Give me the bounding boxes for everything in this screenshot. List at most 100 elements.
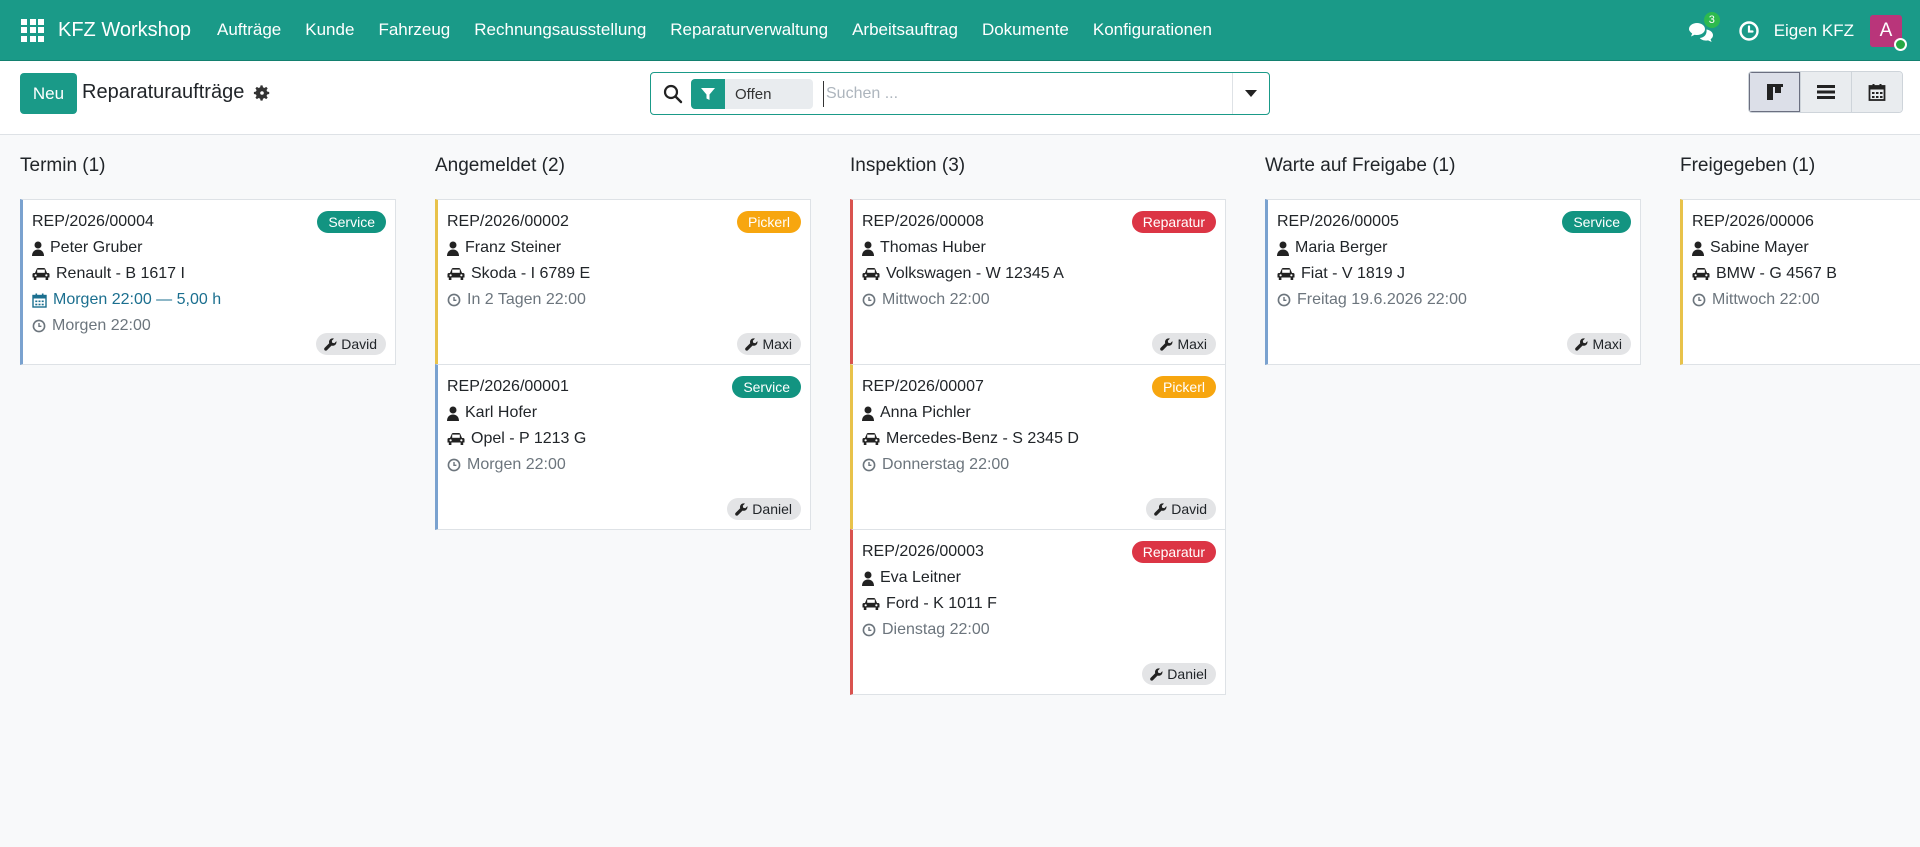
deadline-text: Mittwoch 22:00	[882, 291, 990, 308]
navbar-systray: 3 Eigen KFZ A	[1688, 0, 1920, 61]
app-brand[interactable]: KFZ Workshop	[58, 19, 191, 42]
search-facet-offen[interactable]: Offen	[691, 79, 813, 109]
card-tag: Service	[732, 376, 801, 398]
column-title[interactable]: Angemeldet (2)	[435, 155, 565, 177]
menu-item-reparaturverwaltung[interactable]: Reparaturverwaltung	[658, 20, 840, 40]
card-deadline: In 2 Tagen 22:00	[447, 291, 586, 309]
kanban-card[interactable]: REP/2026/00006 Sabine Mayer BMW - G 4567 B…	[1680, 199, 1920, 365]
online-status-dot	[1894, 37, 1907, 51]
car-icon	[1277, 268, 1295, 280]
kanban-card[interactable]: REP/2026/00003 Reparatur Eva Leitner Ford -…	[850, 529, 1226, 695]
menu-item-rechnungsausstellung[interactable]: Rechnungsausstellung	[462, 20, 658, 40]
customer-name: Peter Gruber	[50, 239, 143, 256]
mechanic-badge[interactable]: Daniel	[727, 498, 801, 520]
wrench-icon	[1150, 667, 1163, 681]
main-menu: Aufträge Kunde Fahrzeug Rechnungsausstel…	[205, 20, 1224, 40]
kanban-card[interactable]: REP/2026/00008 Reparatur Thomas Huber Volks…	[850, 199, 1226, 365]
card-reference: REP/2026/00002	[447, 213, 569, 230]
column-cards: REP/2026/00002 Pickerl Franz Steiner Skoda …	[435, 199, 811, 530]
mechanic-badge[interactable]: David	[316, 333, 386, 355]
card-reference: REP/2026/00005	[1277, 213, 1399, 230]
kanban-card[interactable]: REP/2026/00004 Service Peter Gruber Renault…	[20, 199, 396, 365]
card-deadline: Donnerstag 22:00	[862, 456, 1009, 474]
customer-name: Franz Steiner	[465, 239, 562, 256]
card-reference: REP/2026/00006	[1692, 213, 1814, 230]
appointment-text: Morgen 22:00 — 5,00 h	[53, 291, 222, 308]
vehicle-name: Opel - P 1213 G	[471, 430, 587, 447]
user-icon	[447, 241, 459, 256]
mechanic-badge[interactable]: David	[1146, 498, 1216, 520]
kanban-card[interactable]: REP/2026/00002 Pickerl Franz Steiner Skoda …	[435, 199, 811, 365]
user-icon	[32, 241, 44, 256]
kanban-card[interactable]: REP/2026/00007 Pickerl Anna Pichler Mercede…	[850, 364, 1226, 530]
gear-icon[interactable]	[253, 84, 271, 102]
customer-name: Thomas Huber	[880, 239, 986, 256]
deadline-text: Mittwoch 22:00	[1712, 291, 1820, 308]
mechanic-badge[interactable]: Maxi	[1567, 333, 1631, 355]
column-title[interactable]: Warte auf Freigabe (1)	[1265, 155, 1455, 177]
list-view-button[interactable]	[1800, 72, 1851, 112]
user-icon	[862, 241, 874, 256]
mechanic-name: Daniel	[1167, 666, 1207, 682]
search-input[interactable]	[823, 81, 1223, 107]
car-icon	[32, 268, 50, 280]
vehicle-name: Fiat - V 1819 J	[1301, 265, 1406, 282]
user-icon	[862, 571, 874, 586]
page-title: Reparaturaufträge	[82, 81, 245, 103]
messaging-button[interactable]: 3	[1688, 11, 1720, 46]
customer-name: Anna Pichler	[880, 404, 971, 421]
kanban-card[interactable]: REP/2026/00001 Service Karl Hofer Opel - P …	[435, 364, 811, 530]
message-count-badge: 3	[1703, 11, 1720, 28]
customer-name: Sabine Mayer	[1710, 239, 1809, 256]
kanban-view-button[interactable]	[1749, 72, 1800, 112]
deadline-text: In 2 Tagen 22:00	[467, 291, 586, 308]
menu-item-kunde[interactable]: Kunde	[293, 20, 366, 40]
card-customer: Maria Berger	[1277, 239, 1387, 257]
clock-icon	[862, 623, 876, 637]
mechanic-badge[interactable]: Daniel	[1142, 663, 1216, 685]
card-deadline: Morgen 22:00	[32, 317, 151, 335]
card-customer: Peter Gruber	[32, 239, 142, 257]
mechanic-name: Maxi	[1177, 336, 1207, 352]
card-tag: Reparatur	[1131, 541, 1216, 563]
card-reference: REP/2026/00003	[862, 543, 984, 560]
column-title[interactable]: Inspektion (3)	[850, 155, 965, 177]
column-cards: REP/2026/00004 Service Peter Gruber Renault…	[20, 199, 396, 365]
car-icon	[862, 433, 880, 445]
kanban-card[interactable]: REP/2026/00005 Service Maria Berger Fiat - …	[1265, 199, 1641, 365]
user-avatar[interactable]: A	[1870, 14, 1907, 51]
column-title[interactable]: Freigegeben (1)	[1680, 155, 1815, 177]
card-deadline: Freitag 19.6.2026 22:00	[1277, 291, 1467, 309]
card-vehicle: Skoda - I 6789 E	[447, 265, 590, 283]
new-button[interactable]: Neu	[20, 73, 77, 114]
column-cards: REP/2026/00006 Sabine Mayer BMW - G 4567 B…	[1680, 199, 1920, 365]
app-grid-icon[interactable]	[21, 18, 44, 42]
facet-label: Offen	[735, 85, 772, 103]
clock-icon	[447, 293, 461, 307]
card-tag: Pickerl	[736, 211, 801, 233]
menu-item-dokumente[interactable]: Dokumente	[970, 20, 1081, 40]
mechanic-badge[interactable]: Maxi	[1152, 333, 1216, 355]
column-title[interactable]: Termin (1)	[20, 155, 106, 177]
card-customer: Sabine Mayer	[1692, 239, 1809, 257]
search-options-toggle[interactable]	[1232, 73, 1269, 114]
calendar-view-button[interactable]	[1851, 72, 1902, 112]
mechanic-name: Maxi	[762, 336, 792, 352]
menu-item-arbeitsauftrag[interactable]: Arbeitsauftrag	[840, 20, 970, 40]
menu-item-konfigurationen[interactable]: Konfigurationen	[1081, 20, 1224, 40]
card-tag: Pickerl	[1151, 376, 1216, 398]
menu-item-fahrzeug[interactable]: Fahrzeug	[366, 20, 462, 40]
clock-icon	[1692, 293, 1706, 307]
calendar-icon	[32, 293, 47, 308]
card-reference: REP/2026/00008	[862, 213, 984, 230]
deadline-text: Donnerstag 22:00	[882, 456, 1010, 473]
vehicle-name: Volkswagen - W 12345 A	[886, 265, 1064, 282]
vehicle-name: BMW - G 4567 B	[1716, 265, 1837, 282]
mechanic-badge[interactable]: Maxi	[737, 333, 801, 355]
card-vehicle: Ford - K 1011 F	[862, 595, 997, 613]
card-reference: REP/2026/00001	[447, 378, 569, 395]
activity-clock-icon[interactable]	[1738, 20, 1760, 42]
menu-item-auftraege[interactable]: Aufträge	[205, 20, 293, 40]
card-deadline: Mittwoch 22:00	[1692, 291, 1820, 309]
company-switcher[interactable]: Eigen KFZ	[1774, 21, 1854, 41]
